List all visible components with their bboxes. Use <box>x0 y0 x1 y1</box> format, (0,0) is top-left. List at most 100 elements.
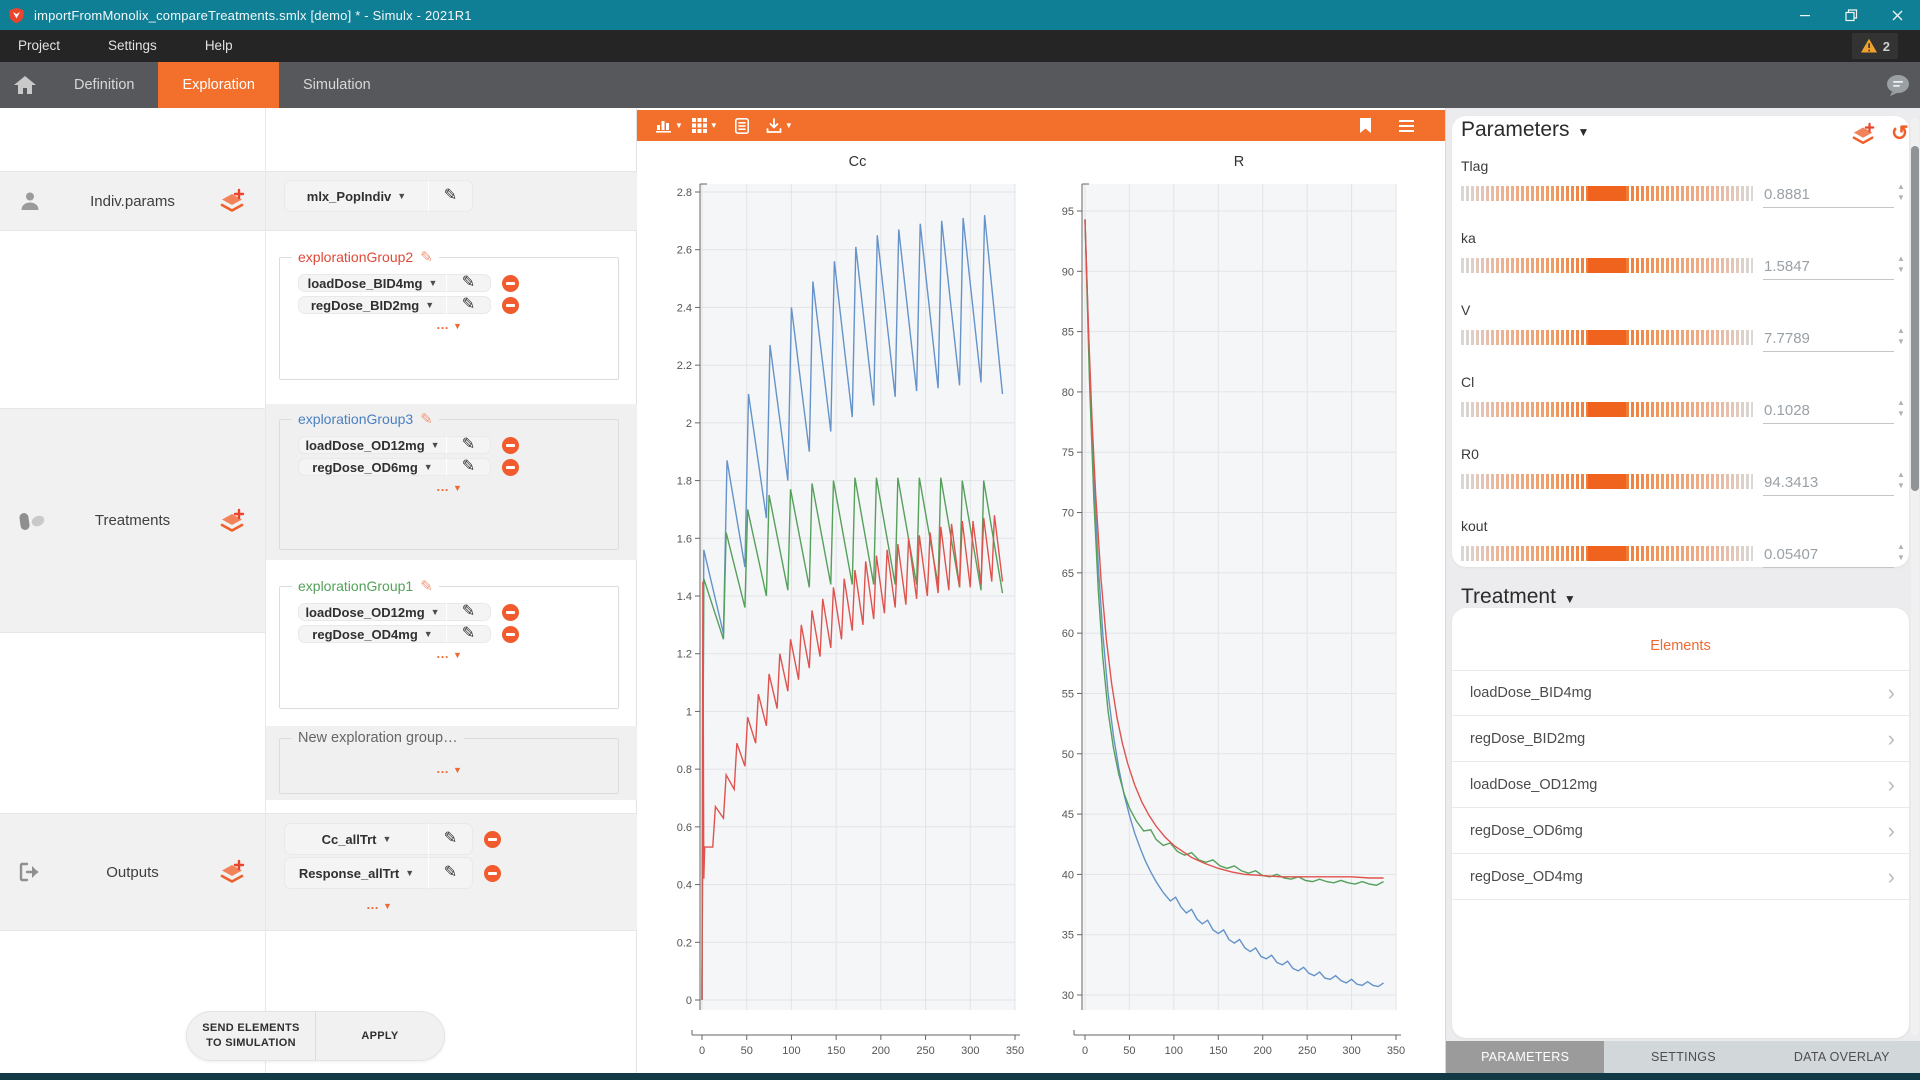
pencil-icon: ✎ <box>462 604 475 620</box>
right-panel-scrollbar[interactable] <box>1911 118 1919 1036</box>
home-button[interactable] <box>0 62 50 108</box>
group-more-dropdown[interactable]: …▼ <box>288 480 610 500</box>
spinner-up[interactable]: ▲ <box>1897 255 1905 263</box>
output-edit-button[interactable]: ✎ <box>428 857 473 889</box>
treatment-edit-button[interactable]: ✎ <box>446 274 491 292</box>
menu-settings[interactable]: Settings <box>84 30 181 62</box>
parameter-value-input[interactable]: 0.1028 <box>1764 402 1810 419</box>
add-indiv-param-button[interactable] <box>217 188 247 214</box>
add-treatment-button[interactable] <box>217 508 247 534</box>
spinner-down[interactable]: ▼ <box>1897 338 1905 346</box>
reset-parameters-button[interactable]: ↺ <box>1891 124 1909 144</box>
scrollbar-thumb[interactable] <box>1911 146 1919 491</box>
exploration-charts[interactable]: 00.20.40.60.811.21.41.61.822.22.42.62.80… <box>637 108 1445 1073</box>
parameter-slider[interactable] <box>1461 402 1753 417</box>
slider-handle[interactable] <box>1588 474 1626 489</box>
tab-parameters[interactable]: PARAMETERS <box>1446 1041 1604 1073</box>
warnings-badge[interactable]: 2 <box>1852 33 1898 59</box>
spinner-down[interactable]: ▼ <box>1897 194 1905 202</box>
remove-treatment-button[interactable] <box>502 275 519 292</box>
remove-treatment-button[interactable] <box>502 626 519 643</box>
treatment-dropdown[interactable]: loadDose_BID4mg▼ <box>298 274 446 292</box>
treatment-edit-button[interactable]: ✎ <box>446 603 491 621</box>
treatment-dropdown[interactable]: regDose_OD4mg▼ <box>298 625 446 643</box>
minimize-button[interactable] <box>1782 0 1828 30</box>
spinner-up[interactable]: ▲ <box>1897 399 1905 407</box>
close-button[interactable] <box>1874 0 1920 30</box>
spinner-down[interactable]: ▼ <box>1897 482 1905 490</box>
slider-handle[interactable] <box>1588 402 1626 417</box>
treatment-dropdown[interactable]: loadDose_OD12mg▼ <box>298 436 446 454</box>
treatment-element-row[interactable]: regDose_OD4mg› <box>1452 854 1909 900</box>
slider-handle[interactable] <box>1588 546 1626 561</box>
parameter-slider[interactable] <box>1461 186 1753 201</box>
output-edit-button[interactable]: ✎ <box>428 823 473 855</box>
apply-button[interactable]: APPLY <box>315 1012 444 1060</box>
restore-button[interactable] <box>1828 0 1874 30</box>
slider-handle[interactable] <box>1588 258 1626 273</box>
section-label-column: Indiv.params Treatments Outputs <box>0 108 265 1073</box>
parameters-header[interactable]: Parameters▼ <box>1461 118 1589 142</box>
spinner-up[interactable]: ▲ <box>1897 183 1905 191</box>
treatment-dropdown[interactable]: regDose_BID2mg▼ <box>298 296 446 314</box>
remove-treatment-button[interactable] <box>502 459 519 476</box>
parameter-value-input[interactable]: 7.7789 <box>1764 330 1810 347</box>
treatment-element-row[interactable]: regDose_BID2mg› <box>1452 716 1909 762</box>
output-dropdown[interactable]: Response_allTrt▼ <box>284 857 428 889</box>
output-dropdown[interactable]: Cc_allTrt▼ <box>284 823 428 855</box>
svg-text:150: 150 <box>1209 1045 1227 1057</box>
group-more-dropdown[interactable]: …▼ <box>288 318 610 338</box>
spinner-down[interactable]: ▼ <box>1897 554 1905 562</box>
spinner-up[interactable]: ▲ <box>1897 471 1905 479</box>
parameter-slider[interactable] <box>1461 474 1753 489</box>
add-parameter-element-button[interactable] <box>1851 122 1877 146</box>
parameter-value-input[interactable]: 1.5847 <box>1764 258 1810 275</box>
tab-definition[interactable]: Definition <box>50 62 158 108</box>
menu-project[interactable]: Project <box>0 30 84 62</box>
spinner-down[interactable]: ▼ <box>1897 266 1905 274</box>
treatment-element-row[interactable]: loadDose_BID4mg› <box>1452 670 1909 716</box>
slider-handle[interactable] <box>1588 330 1626 345</box>
output-row: Cc_allTrt▼ ✎ <box>284 823 501 855</box>
spinner-up[interactable]: ▲ <box>1897 543 1905 551</box>
spinner-up[interactable]: ▲ <box>1897 327 1905 335</box>
send-to-simulation-button[interactable]: SEND ELEMENTS TO SIMULATION <box>187 1012 315 1060</box>
treatment-dropdown[interactable]: loadDose_OD12mg▼ <box>298 603 446 621</box>
treatment-edit-button[interactable]: ✎ <box>446 296 491 314</box>
parameter-value-input[interactable]: 94.3413 <box>1764 474 1818 491</box>
parameter-slider[interactable] <box>1461 546 1753 561</box>
tab-exploration[interactable]: Exploration <box>158 62 279 108</box>
parameter-value-input[interactable]: 0.05407 <box>1764 546 1818 563</box>
rename-group-icon[interactable]: ✎ <box>420 248 433 266</box>
parameter-slider[interactable] <box>1461 258 1753 273</box>
treatment-element-row[interactable]: loadDose_OD12mg› <box>1452 762 1909 808</box>
outputs-more-dropdown[interactable]: …▼ <box>284 898 474 918</box>
new-group-more-dropdown[interactable]: …▼ <box>288 762 610 782</box>
model-selector-dropdown[interactable]: mlx_PopIndiv▼ <box>284 180 428 212</box>
parameter-value-input[interactable]: 0.8881 <box>1764 186 1810 203</box>
treatment-element-row[interactable]: regDose_OD6mg› <box>1452 808 1909 854</box>
treatment-dropdown[interactable]: regDose_OD6mg▼ <box>298 458 446 476</box>
tab-data-overlay[interactable]: DATA OVERLAY <box>1763 1041 1920 1073</box>
rename-group-icon[interactable]: ✎ <box>420 577 433 595</box>
tab-settings[interactable]: SETTINGS <box>1604 1041 1762 1073</box>
model-edit-button[interactable]: ✎ <box>428 180 473 212</box>
tab-simulation[interactable]: Simulation <box>279 62 395 108</box>
group-more-dropdown[interactable]: …▼ <box>288 647 610 667</box>
remove-treatment-button[interactable] <box>502 437 519 454</box>
menu-help[interactable]: Help <box>181 30 257 62</box>
spinner-down[interactable]: ▼ <box>1897 410 1905 418</box>
rename-group-icon[interactable]: ✎ <box>420 410 433 428</box>
remove-output-button[interactable] <box>484 831 501 848</box>
parameter-slider[interactable] <box>1461 330 1753 345</box>
treatment-edit-button[interactable]: ✎ <box>446 458 491 476</box>
treatment-edit-button[interactable]: ✎ <box>446 436 491 454</box>
add-output-button[interactable] <box>217 859 247 885</box>
treatment-edit-button[interactable]: ✎ <box>446 625 491 643</box>
feedback-button[interactable] <box>1884 71 1912 99</box>
treatment-header[interactable]: Treatment▼ <box>1461 585 1576 609</box>
remove-treatment-button[interactable] <box>502 604 519 621</box>
remove-output-button[interactable] <box>484 865 501 882</box>
slider-handle[interactable] <box>1588 186 1626 201</box>
remove-treatment-button[interactable] <box>502 297 519 314</box>
